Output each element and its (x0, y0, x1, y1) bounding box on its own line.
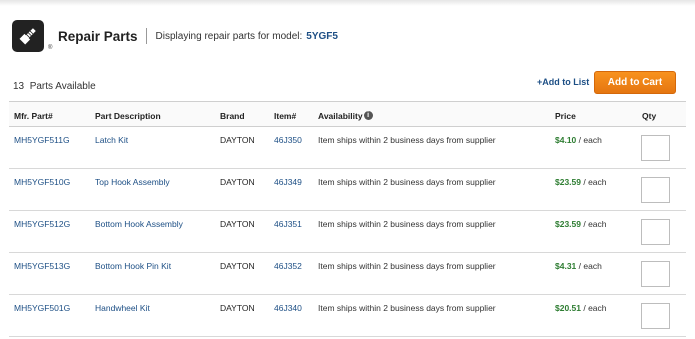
add-to-list-link[interactable]: +Add to List (537, 77, 589, 87)
item-number-link[interactable]: 46J352 (274, 261, 302, 271)
availability-cell: Item ships within 2 business days from s… (318, 219, 496, 229)
quantity-input[interactable] (641, 135, 670, 161)
col-header-price: Price (555, 111, 576, 121)
item-number-link[interactable]: 46J340 (274, 303, 302, 313)
availability-cell: Item ships within 2 business days from s… (318, 303, 496, 313)
price-value: $4.10 (555, 135, 577, 145)
info-icon[interactable]: i (363, 111, 373, 120)
quantity-input[interactable] (641, 219, 670, 245)
registered-mark: ® (48, 45, 53, 51)
quantity-input[interactable] (641, 177, 670, 203)
parts-count-number: 13 (13, 81, 25, 92)
price-unit: / each (576, 135, 602, 145)
repair-parts-header: ® Repair Parts Displaying repair parts f… (12, 20, 338, 52)
mfr-part-link[interactable]: MH5YGF511G (14, 135, 70, 145)
parts-count-label: Parts Available (29, 81, 96, 92)
price-cell: $4.31 / each (555, 261, 602, 271)
col-header-brand: Brand (220, 111, 245, 121)
price-cell: $23.59 / each (555, 219, 607, 229)
price-value: $20.51 (555, 303, 581, 313)
repair-parts-logo-icon: ® (12, 20, 52, 52)
table-row: MH5YGF510G Top Hook Assembly DAYTON 46J3… (9, 169, 686, 211)
table-row: MH5YGF512G Bottom Hook Assembly DAYTON 4… (9, 211, 686, 253)
price-unit: / each (581, 303, 607, 313)
quantity-input[interactable] (641, 303, 670, 329)
part-description-link[interactable]: Bottom Hook Assembly (95, 219, 183, 229)
quantity-input[interactable] (641, 261, 670, 287)
mfr-part-link[interactable]: MH5YGF512G (14, 219, 70, 229)
price-unit: / each (576, 261, 602, 271)
brand-cell: DAYTON (220, 261, 255, 271)
col-header-item: Item# (274, 111, 297, 121)
brand-cell: DAYTON (220, 135, 255, 145)
item-number-link[interactable]: 46J350 (274, 135, 302, 145)
price-cell: $4.10 / each (555, 135, 602, 145)
part-description-link[interactable]: Latch Kit (95, 135, 128, 145)
col-header-mfr-part: Mfr. Part# (14, 111, 53, 121)
price-cell: $20.51 / each (555, 303, 607, 313)
model-number-link[interactable]: 5YGF5 (306, 31, 338, 42)
item-number-link[interactable]: 46J351 (274, 219, 302, 229)
col-header-description: Part Description (95, 111, 161, 121)
price-value: $4.31 (555, 261, 577, 271)
brand-cell: DAYTON (220, 177, 255, 187)
price-value: $23.59 (555, 219, 581, 229)
availability-cell: Item ships within 2 business days from s… (318, 177, 496, 187)
mfr-part-link[interactable]: MH5YGF513G (14, 261, 70, 271)
price-unit: / each (581, 177, 607, 187)
mfr-part-link[interactable]: MH5YGF510G (14, 177, 70, 187)
table-row: MH5YGF501G Handwheel Kit DAYTON 46J340 I… (9, 295, 686, 337)
price-unit: / each (581, 219, 607, 229)
table-row: MH5YGF513G Bottom Hook Pin Kit DAYTON 46… (9, 253, 686, 295)
mfr-part-link[interactable]: MH5YGF501G (14, 303, 70, 313)
price-cell: $23.59 / each (555, 177, 607, 187)
title-divider (145, 28, 147, 44)
item-number-link[interactable]: 46J349 (274, 177, 302, 187)
brand-cell: DAYTON (220, 303, 255, 313)
page-subtitle: Displaying repair parts for model: (155, 30, 303, 42)
top-shadow (0, 0, 695, 6)
bolt-icon (19, 28, 36, 45)
col-header-availability: Availability i (318, 111, 373, 121)
part-description-link[interactable]: Handwheel Kit (95, 303, 150, 313)
col-header-qty: Qty (642, 111, 657, 121)
availability-cell: Item ships within 2 business days from s… (318, 135, 496, 145)
brand-cell: DAYTON (220, 219, 255, 229)
availability-cell: Item ships within 2 business days from s… (318, 261, 496, 271)
col-header-availability-label: Availability (318, 111, 363, 121)
page-title: Repair Parts (58, 28, 138, 44)
table-header-row: Mfr. Part# Part Description Brand Item# … (9, 101, 686, 127)
part-description-link[interactable]: Bottom Hook Pin Kit (95, 261, 171, 271)
price-value: $23.59 (555, 177, 581, 187)
parts-available-count: 13 Parts Available (13, 81, 96, 92)
table-row: MH5YGF511G Latch Kit DAYTON 46J350 Item … (9, 127, 686, 169)
add-to-cart-button[interactable]: Add to Cart (594, 71, 676, 94)
part-description-link[interactable]: Top Hook Assembly (95, 177, 170, 187)
